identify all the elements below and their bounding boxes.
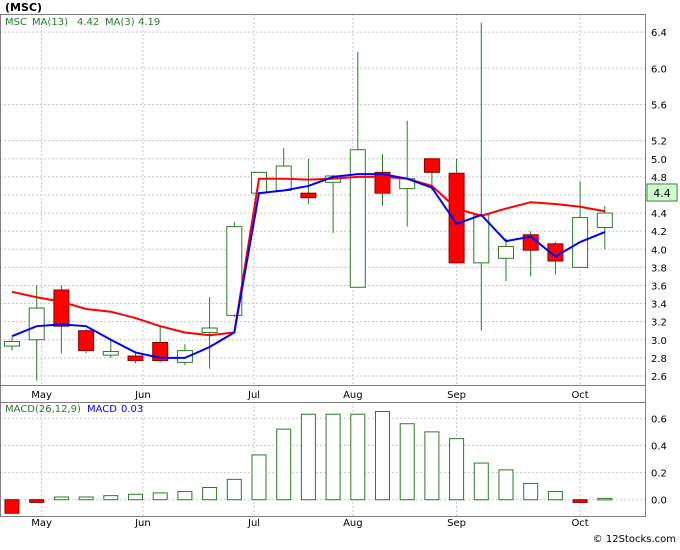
price-tick-label: 4.8 — [651, 173, 667, 184]
price-yaxis: 2.62.83.03.23.43.63.84.04.24.44.64.85.05… — [651, 28, 667, 383]
macd-bar — [547, 491, 563, 501]
candle-body — [4, 341, 20, 347]
candle-body — [201, 327, 218, 334]
price-month-label: Oct — [571, 390, 588, 401]
macd-bar — [572, 499, 588, 503]
macd-bar — [449, 438, 465, 501]
macd-bar — [177, 491, 193, 501]
candle-body — [53, 289, 70, 327]
macd-bar — [350, 413, 366, 501]
macd-bar — [424, 431, 440, 501]
macd-bar — [498, 469, 514, 501]
price-tick-label: 3.2 — [651, 318, 667, 329]
price-tick-label: 6.0 — [651, 64, 667, 75]
macd-tick-label: 0.0 — [651, 496, 667, 507]
legend-ma3-label: MA(3) — [105, 17, 135, 28]
macd-month-label: Aug — [343, 518, 363, 529]
candle-body — [102, 351, 119, 356]
candle-body — [28, 307, 45, 341]
price-tick-label: 2.6 — [651, 372, 667, 383]
price-tick-label: 3.6 — [651, 281, 667, 292]
price-tick-label: 5.2 — [651, 137, 667, 148]
macd-bar — [78, 496, 94, 501]
macd-bar — [325, 413, 341, 501]
macd-xaxis: May Jun Jul Aug Sep Oct — [31, 518, 589, 529]
price-tick-label: 6.4 — [651, 28, 667, 39]
macd-legend-label: MACD(26,12,9) — [5, 404, 81, 415]
macd-bar — [523, 482, 539, 501]
macd-month-label: Oct — [571, 518, 588, 529]
last-price-label: 4.4 — [653, 187, 671, 200]
macd-bar — [276, 428, 292, 501]
price-tick-label: 5.6 — [651, 100, 667, 111]
macd-tick-label: 0.2 — [651, 469, 667, 480]
macd-tick-label: 0.4 — [651, 441, 667, 452]
macd-month-label: Jul — [247, 518, 260, 529]
macd-bar — [375, 411, 390, 501]
macd-bar — [103, 495, 119, 501]
macd-bar — [53, 496, 69, 501]
stock-chart: 2.62.83.03.23.43.63.84.04.24.44.64.85.05… — [0, 0, 680, 546]
macd-month-label: May — [31, 518, 52, 529]
candle-body — [423, 158, 440, 173]
macd-bar — [473, 462, 489, 501]
price-month-label: Aug — [343, 390, 363, 401]
price-month-label: Jul — [247, 390, 260, 401]
price-tick-label: 4.2 — [651, 227, 667, 238]
legend-ma3-value: 4.19 — [138, 17, 160, 28]
chart-canvas: 2.62.83.03.23.43.63.84.04.24.44.64.85.05… — [0, 1, 678, 545]
price-tick-label: 2.8 — [651, 354, 667, 365]
macd-month-label: Sep — [447, 518, 466, 529]
month-axis-bar — [0, 385, 645, 402]
macd-bar — [202, 487, 218, 501]
price-tick-label: 3.0 — [651, 336, 667, 347]
price-tick-label: 5.0 — [651, 155, 667, 166]
candle-body — [473, 214, 490, 264]
copyright-footer: © 12Stocks.com — [593, 534, 676, 545]
candle-body — [127, 355, 144, 362]
macd-bar — [29, 499, 45, 503]
price-tick-label: 3.4 — [651, 300, 667, 311]
macd-month-label: Jun — [134, 518, 151, 529]
price-tick-label: 3.8 — [651, 263, 667, 274]
candle-body — [498, 246, 514, 259]
legend-ticker: MSC — [5, 17, 27, 28]
candle-body — [448, 172, 465, 264]
macd-bar — [300, 413, 316, 501]
legend-ma13-label: MA(13) — [32, 17, 68, 28]
macd-bar — [251, 454, 267, 501]
price-panel-bg — [0, 14, 645, 385]
macd-bar — [152, 492, 168, 501]
macd-bar — [597, 497, 613, 501]
chart-title: (MSC) — [5, 1, 42, 14]
price-month-label: Jun — [134, 390, 151, 401]
candle-body — [300, 192, 317, 199]
macd-yaxis: 0.0 0.2 0.4 0.6 — [651, 414, 667, 506]
price-tick-label: 4.0 — [651, 245, 667, 256]
macd-bar — [128, 493, 143, 501]
macd-bar — [4, 499, 20, 514]
price-month-label: Sep — [447, 390, 466, 401]
macd-legend-value-label: MACD — [87, 404, 117, 415]
macd-bar — [399, 423, 415, 501]
candle-body — [78, 330, 95, 352]
candle-body — [349, 149, 366, 288]
candle-body — [596, 212, 613, 229]
legend-ma13-value: 4.42 — [77, 17, 99, 28]
price-tick-label: 4.4 — [651, 209, 667, 220]
macd-bar — [226, 478, 242, 501]
macd-tick-label: 0.6 — [651, 414, 667, 425]
price-month-label: May — [31, 390, 52, 401]
macd-legend-value: 0.03 — [121, 404, 143, 415]
